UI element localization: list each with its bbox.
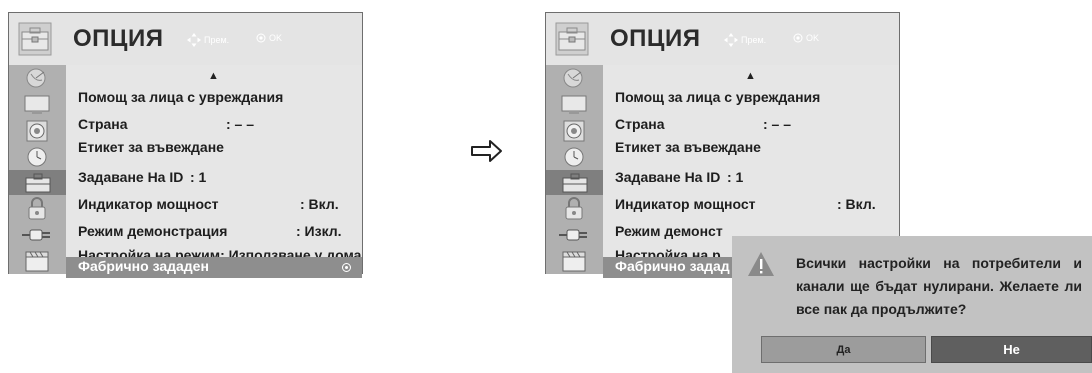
lock-icon [565,196,583,219]
menu-item-set-id-value: : 1 [190,169,207,185]
option-toolbox-icon [562,173,587,192]
option-menu-panel: ОПЦИЯ Прем. OK ▲ Помощ за лица с уврежда… [8,12,363,274]
menu-item-factory-reset-label: Фабрично зададен [78,258,209,274]
nav-ok-label: OK [269,33,283,43]
menu-item-demo-mode-value: : Изкл. [296,223,342,239]
ok-button-icon [256,33,266,43]
menu-header: ОПЦИЯ Прем. OK [9,13,362,65]
scroll-up-icon[interactable]: ▲ [208,70,219,82]
menu-item-country-value: : – – [763,116,792,132]
menu-item-set-id[interactable]: Задаване На ID [78,169,183,189]
menu-item-set-id[interactable]: Задаване На ID [615,169,720,189]
menu-item-demo-mode[interactable]: Режим демонстрация [78,223,227,243]
clock-icon [564,147,584,166]
menu-item-factory-reset[interactable]: Фабрично задад [603,257,733,278]
sidebar-item-channels[interactable] [552,66,596,91]
menu-item-power-indicator[interactable]: Индикатор мощност [615,196,755,216]
menu-item-input-label[interactable]: Етикет за въвеждане [615,139,761,159]
sidebar-item-option[interactable] [9,170,66,195]
movie-clapper-icon [562,251,586,271]
sidebar-item-media[interactable] [552,248,596,273]
menu-item-factory-reset[interactable]: Фабрично зададен [66,257,362,278]
sidebar-item-lock[interactable] [552,196,596,221]
nav-move-label: Прем. [741,35,767,45]
ok-button-icon [793,33,803,43]
sidebar-item-audio[interactable] [552,118,596,143]
category-sidebar [9,65,66,274]
dpad-arrows-icon [724,33,738,47]
sidebar-item-audio[interactable] [15,118,59,143]
menu-item-power-indicator-value: : Вкл. [837,196,876,212]
menu-item-power-indicator-value: : Вкл. [300,196,339,212]
sidebar-item-input[interactable] [15,222,59,247]
sidebar-item-input[interactable] [552,222,596,247]
category-sidebar [546,65,603,274]
sidebar-item-picture[interactable] [15,92,59,117]
nav-move-hint: Прем. [724,33,766,47]
sidebar-item-media[interactable] [15,248,59,273]
nav-move-hint: Прем. [187,33,229,47]
dpad-arrows-icon [187,33,201,47]
transition-arrow-icon [471,140,502,162]
sidebar-item-time[interactable] [15,144,59,169]
menu-item-factory-reset-label: Фабрично задад [615,258,730,274]
menu-header: ОПЦИЯ Прем. OK [546,13,899,65]
factory-reset-confirm-dialog: Всички настройки на потребители и канали… [732,236,1092,373]
menu-title: ОПЦИЯ [73,25,164,52]
menu-item-accessibility[interactable]: Помощ за лица с увреждания [78,89,283,109]
monitor-icon [561,95,587,114]
option-list: ▲ Помощ за лица с увреждания Страна : – … [66,65,362,274]
sidebar-item-channels[interactable] [15,66,59,91]
input-plug-icon [559,229,587,240]
dialog-message: Всички настройки на потребители и канали… [796,255,1082,317]
satellite-dish-icon [26,68,46,87]
option-toolbox-icon [18,22,52,56]
lock-icon [28,196,46,219]
no-button[interactable]: Не [931,336,1092,363]
movie-clapper-icon [25,251,49,271]
speaker-icon [26,120,48,141]
input-plug-icon [22,229,50,240]
menu-item-country[interactable]: Страна [78,116,128,136]
satellite-dish-icon [563,68,583,87]
monitor-icon [24,95,50,114]
option-toolbox-icon [25,173,50,192]
sidebar-item-lock[interactable] [15,196,59,221]
sidebar-item-picture[interactable] [552,92,596,117]
sidebar-item-time[interactable] [552,144,596,169]
yes-button[interactable]: Да [761,336,926,363]
nav-move-label: Прем. [204,35,230,45]
sidebar-item-option[interactable] [546,170,603,195]
menu-item-demo-mode[interactable]: Режим демонст [615,223,723,243]
speaker-icon [563,120,585,141]
menu-item-country-value: : – – [226,116,255,132]
option-toolbox-icon [555,22,589,56]
nav-ok-hint: OK [793,33,819,43]
menu-item-accessibility[interactable]: Помощ за лица с увреждания [615,89,820,109]
menu-item-input-label[interactable]: Етикет за въвеждане [78,139,224,159]
clock-icon [27,147,47,166]
nav-ok-hint: OK [256,33,282,43]
scroll-up-icon[interactable]: ▲ [745,70,756,82]
menu-item-set-id-value: : 1 [727,169,744,185]
menu-item-power-indicator[interactable]: Индикатор мощност [78,196,218,216]
warning-triangle-icon [748,252,774,276]
nav-ok-label: OK [806,33,820,43]
menu-title: ОПЦИЯ [610,25,701,52]
selected-radio-icon [342,263,351,272]
option-menu-panel-with-dialog: ОПЦИЯ Прем. OK ▲ Помощ за лица с уврежда… [545,12,900,274]
menu-item-country[interactable]: Страна [615,116,665,136]
